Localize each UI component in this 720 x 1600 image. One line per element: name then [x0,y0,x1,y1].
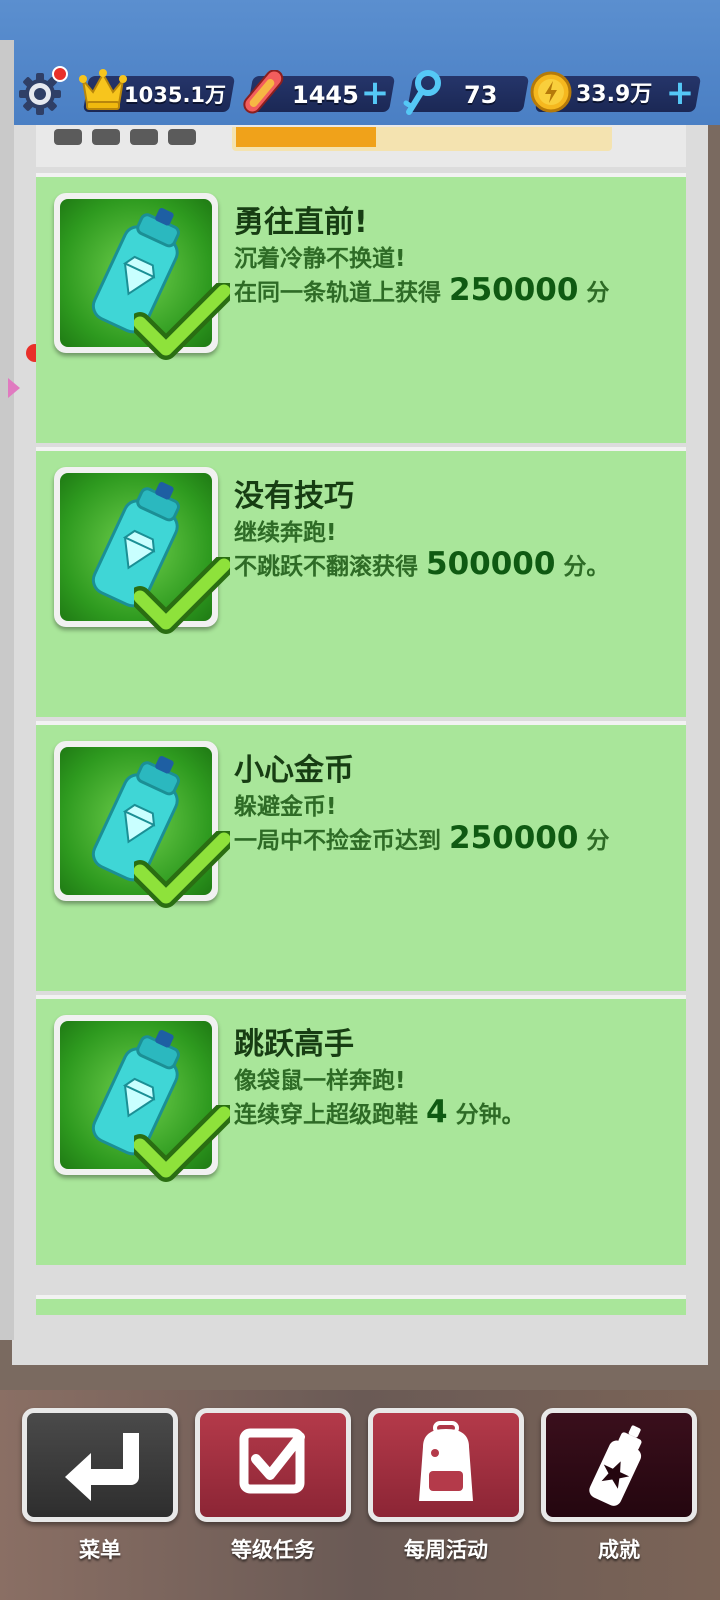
checkmark-icon [134,1105,230,1182]
achievement-requirement: 不跳跃不翻滚获得 500000 分。 [234,546,610,582]
achievement-requirement: 一局中不捡金币达到 250000 分 [234,820,610,856]
checkmark-icon [134,283,230,360]
return-arrow-icon [65,1433,139,1501]
level-tasks-button[interactable] [195,1408,351,1522]
achievement-subtitle: 躲避金币! [234,794,337,820]
achievement-badge [54,467,230,634]
weekly-events-button[interactable] [368,1408,524,1522]
checkbox-icon [239,1428,305,1494]
achievement-title: 小心金币 [234,753,354,788]
hoverboard-count: 1445 [292,81,359,109]
notification-dot [52,66,68,82]
progress-dots [54,129,214,149]
achievement-subtitle: 像袋鼠一样奔跑! [234,1068,406,1094]
achievement-title: 勇往直前! [234,205,368,240]
achievement-requirement: 连续穿上超级跑鞋 4 分钟。 [234,1094,525,1130]
achievement-title: 跳跃高手 [234,1027,354,1062]
side-drawer-edge [0,40,14,1340]
menu-label: 菜单 [79,1538,121,1562]
key-count: 73 [464,81,498,109]
progress-fill [236,127,376,147]
achievement-card[interactable]: 跳跃高手 像袋鼠一样奔跑! 连续穿上超级跑鞋 4 分钟。 [36,995,686,1265]
checkmark-icon [134,557,230,634]
level-tasks-label: 等级任务 [231,1538,315,1562]
key-icon [402,70,442,118]
achievement-subtitle: 继续奔跑! [234,520,337,546]
hoverboard-icon [238,69,286,116]
crown-icon [78,66,128,114]
weekly-events-label: 每周活动 [404,1538,488,1562]
add-hoverboard-button[interactable]: + [360,76,390,110]
achievements-button[interactable] [541,1408,697,1522]
achievements-list[interactable]: 勇往直前! 沉着冷静不换道! 在同一条轨道上获得 250000 分 没有技巧 继… [36,125,686,1315]
achievement-badge [54,193,230,360]
side-drawer-arrow-icon[interactable] [8,378,20,398]
achievement-badge [54,741,230,908]
score-value: 1035.1万 [124,83,227,107]
bottom-nav: 菜单 等级任务 每周活动 成就 [0,1390,720,1600]
achievement-card[interactable]: 勇往直前! 沉着冷静不换道! 在同一条轨道上获得 250000 分 [36,173,686,443]
resource-bar: 1035.1万 1445 + 73 33.9万 + [0,0,720,125]
achievement-card-partial[interactable] [36,1295,686,1315]
achievement-card[interactable]: 没有技巧 继续奔跑! 不跳跃不翻滚获得 500000 分。 [36,447,686,717]
achievement-badge [54,1015,230,1182]
achievement-card[interactable]: 小心金币 躲避金币! 一局中不捡金币达到 250000 分 [36,721,686,991]
achievement-title: 没有技巧 [234,479,354,514]
checkmark-icon [134,831,230,908]
add-coins-button[interactable]: + [665,76,695,110]
spray-can-star-icon [589,1425,642,1506]
menu-button[interactable] [22,1408,178,1522]
progress-strip [36,125,686,167]
achievements-label: 成就 [598,1538,640,1562]
backpack-icon [419,1421,473,1501]
coin-icon [530,70,572,114]
achievement-requirement: 在同一条轨道上获得 250000 分 [234,272,610,308]
coin-count: 33.9万 [576,82,653,107]
achievement-subtitle: 沉着冷静不换道! [234,246,406,272]
